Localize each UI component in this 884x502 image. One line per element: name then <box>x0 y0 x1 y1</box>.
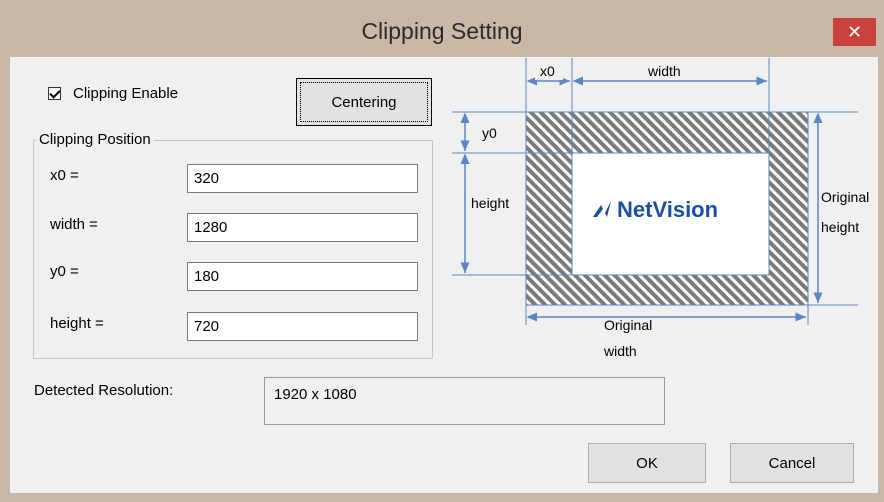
dialog-window: Clipping Setting ✕ Clipping Enable Cente… <box>0 0 884 502</box>
clipping-diagram: x0 width y0 height Original height Origi… <box>452 58 869 359</box>
diagram-width-label: width <box>647 63 681 79</box>
diagram-original-width-label-1: Original <box>604 317 652 333</box>
diagram-height-label: height <box>471 195 509 211</box>
diagram-y0-label: y0 <box>482 125 497 141</box>
diagram-x0-label: x0 <box>540 63 555 79</box>
diagram-original-width-label-2: width <box>603 343 637 359</box>
diagram-original-height-label-2: height <box>821 219 859 235</box>
diagram-original-height-label-1: Original <box>821 189 869 205</box>
netvision-logo-text: NetVision <box>617 197 718 222</box>
